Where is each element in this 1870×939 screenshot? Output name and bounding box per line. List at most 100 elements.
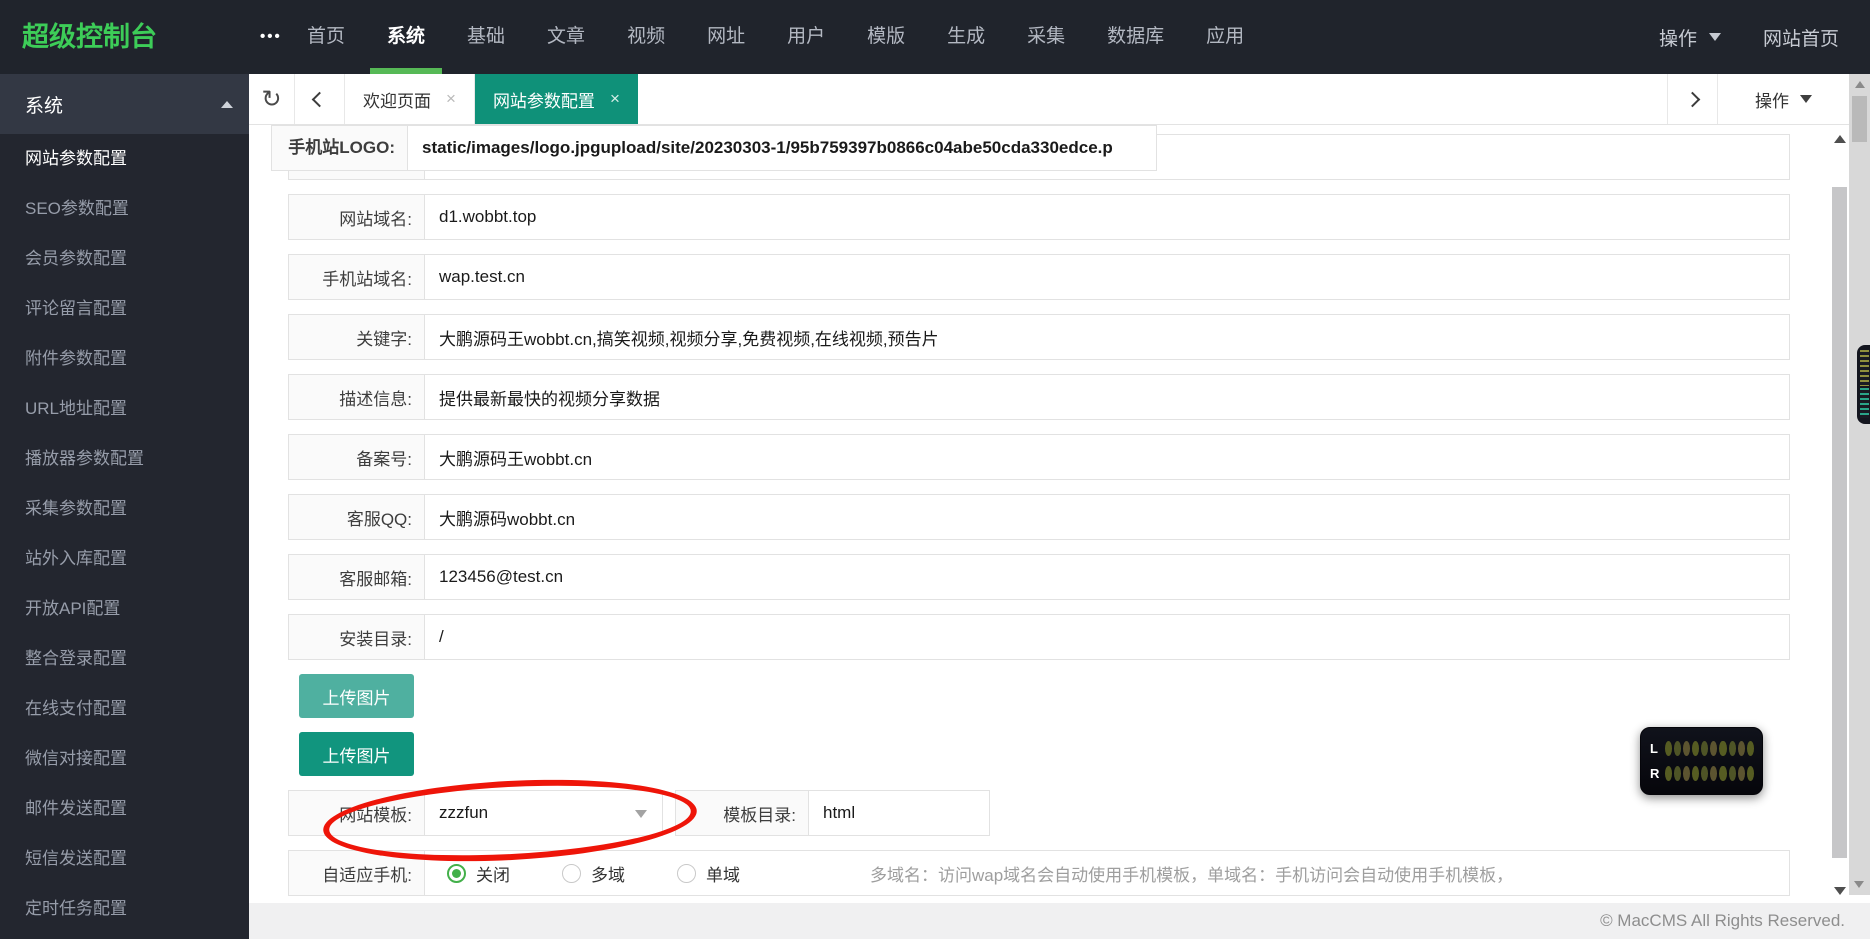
- scrollbar-thumb[interactable]: [1832, 187, 1847, 858]
- tab-label: 欢迎页面: [363, 87, 431, 112]
- form-row-service-email: 客服邮箱: 123456@test.cn: [288, 554, 1790, 600]
- form-row-install-dir: 安装目录: /: [288, 614, 1790, 660]
- radio-icon: [562, 864, 581, 883]
- description-input[interactable]: 提供最新最快的视频分享数据: [425, 375, 1789, 419]
- topbar-actions-dropdown[interactable]: 操作: [1659, 24, 1721, 51]
- meter-left-label: L: [1650, 741, 1663, 756]
- nav-item-app[interactable]: 应用: [1189, 0, 1261, 74]
- field-label: 关键字:: [289, 315, 425, 359]
- close-icon[interactable]: ×: [610, 89, 620, 109]
- chevron-left-icon: [312, 91, 328, 107]
- sidebar-item-player-params[interactable]: 播放器参数配置: [0, 434, 249, 484]
- nav-item-video[interactable]: 视频: [610, 0, 682, 74]
- sidebar-item-online-payment[interactable]: 在线支付配置: [0, 684, 249, 734]
- top-nav: 首页 系统 基础 文章 视频 网址 用户 模版 生成 采集 数据库 应用: [290, 0, 1261, 74]
- site-home-link[interactable]: 网站首页: [1763, 24, 1839, 51]
- content-scrollbar[interactable]: [1831, 125, 1848, 903]
- field-label: 安装目录:: [289, 615, 425, 659]
- nav-item-user[interactable]: 用户: [770, 0, 842, 74]
- scroll-down-icon[interactable]: [1834, 887, 1846, 895]
- sidebar: 系统 网站参数配置 SEO参数配置 会员参数配置 评论留言配置 附件参数配置 U…: [0, 74, 249, 939]
- sidebar-item-comment-config[interactable]: 评论留言配置: [0, 284, 249, 334]
- tab-actions-dropdown[interactable]: 操作: [1718, 74, 1849, 124]
- copyright-text: © MacCMS All Rights Reserved.: [1600, 911, 1845, 931]
- nav-item-database[interactable]: 数据库: [1090, 0, 1181, 74]
- scroll-down-icon[interactable]: [1854, 881, 1864, 888]
- field-label: 自适应手机:: [289, 851, 425, 895]
- app-logo: 超级控制台: [22, 0, 157, 74]
- form-row-template: 网站模板: zzzfun 模板目录: html: [288, 790, 1830, 836]
- sidebar-item-seo-params[interactable]: SEO参数配置: [0, 184, 249, 234]
- scroll-up-icon[interactable]: [1855, 81, 1865, 88]
- service-email-input[interactable]: 123456@test.cn: [425, 555, 1789, 599]
- install-dir-input[interactable]: /: [425, 615, 1789, 659]
- upload-image-button[interactable]: 上传图片: [299, 674, 414, 718]
- tab-scroll-right-button[interactable]: [1668, 74, 1718, 124]
- refresh-button[interactable]: ↻: [249, 74, 295, 124]
- form-row-service-qq: 客服QQ: 大鹏源码wobbt.cn: [288, 494, 1790, 540]
- sidebar-item-scheduled-tasks[interactable]: 定时任务配置: [0, 884, 249, 934]
- mobile-logo-input[interactable]: static/images/logo.jpgupload/site/202303…: [408, 126, 1156, 170]
- nav-item-collect[interactable]: 采集: [1010, 0, 1082, 74]
- footer: © MacCMS All Rights Reserved.: [249, 903, 1870, 939]
- form-row-adaptive-mobile: 自适应手机: 关闭 多域 单域 多域名：访问wap域名会自动使用手机模板，单域名…: [288, 850, 1790, 896]
- sidebar-item-site-params[interactable]: 网站参数配置: [0, 134, 249, 184]
- sidebar-item-email-config[interactable]: 邮件发送配置: [0, 784, 249, 834]
- nav-item-home[interactable]: 首页: [290, 0, 362, 74]
- field-label: 手机站LOGO:: [272, 126, 408, 170]
- audio-level-meter-image: L R: [1640, 727, 1763, 795]
- nav-item-url[interactable]: 网址: [690, 0, 762, 74]
- keywords-input[interactable]: 大鹏源码王wobbt.cn,搞笑视频,视频分享,免费视频,在线视频,预告片: [425, 315, 1789, 359]
- service-qq-input[interactable]: 大鹏源码wobbt.cn: [425, 495, 1789, 539]
- site-template-select[interactable]: zzzfun: [425, 791, 662, 835]
- page-scrollbar[interactable]: [1849, 74, 1870, 895]
- topbar-actions-label: 操作: [1659, 24, 1697, 51]
- nav-item-template[interactable]: 模版: [850, 0, 922, 74]
- form-row-site-domain: 网站域名: d1.wobbt.top: [288, 194, 1790, 240]
- more-menu-icon[interactable]: •••: [260, 0, 282, 74]
- sidebar-item-wechat-config[interactable]: 微信对接配置: [0, 734, 249, 784]
- main-content: 网站名称: 大鹏源码网 网站域名: d1.wobbt.top 手机站域名: wa…: [249, 125, 1830, 903]
- radio-option-close[interactable]: 关闭: [447, 861, 510, 886]
- sidebar-section-system[interactable]: 系统: [0, 74, 249, 134]
- form-row-description: 描述信息: 提供最新最快的视频分享数据: [288, 374, 1790, 420]
- radio-option-single-domain[interactable]: 单域: [677, 861, 740, 886]
- field-label: 手机站域名:: [289, 255, 425, 299]
- select-caret-icon: [635, 810, 647, 818]
- icp-number-input[interactable]: 大鹏源码王wobbt.cn: [425, 435, 1789, 479]
- radio-option-multi-domain[interactable]: 多域: [562, 861, 625, 886]
- sidebar-item-attachment-params[interactable]: 附件参数配置: [0, 334, 249, 384]
- form-row-mobile-domain: 手机站域名: wap.test.cn: [288, 254, 1790, 300]
- nav-item-article[interactable]: 文章: [530, 0, 602, 74]
- field-label: 客服邮箱:: [289, 555, 425, 599]
- radio-icon: [677, 864, 696, 883]
- chevron-right-icon: [1685, 91, 1701, 107]
- close-icon[interactable]: ×: [446, 89, 456, 109]
- field-label: 备案号:: [289, 435, 425, 479]
- mobile-domain-input[interactable]: wap.test.cn: [425, 255, 1789, 299]
- scrollbar-thumb[interactable]: [1852, 96, 1867, 142]
- sidebar-item-integrated-login[interactable]: 整合登录配置: [0, 634, 249, 684]
- radio-icon: [447, 864, 466, 883]
- site-domain-input[interactable]: d1.wobbt.top: [425, 195, 1789, 239]
- form-row-default-logo: 默认LOGO: upload/site/20230303-1/95b759397…: [288, 674, 1830, 718]
- sidebar-item-external-storage[interactable]: 站外入库配置: [0, 534, 249, 584]
- clipped-meter-image: [1857, 345, 1870, 424]
- refresh-icon: ↻: [261, 85, 281, 114]
- sidebar-item-open-api[interactable]: 开放API配置: [0, 584, 249, 634]
- sidebar-item-sms-config[interactable]: 短信发送配置: [0, 834, 249, 884]
- form-row-icp: 备案号: 大鹏源码王wobbt.cn: [288, 434, 1790, 480]
- sidebar-section-title: 系统: [25, 91, 221, 118]
- nav-item-generate[interactable]: 生成: [930, 0, 1002, 74]
- nav-item-basic[interactable]: 基础: [450, 0, 522, 74]
- tab-scroll-left-button[interactable]: [295, 74, 345, 124]
- sidebar-item-member-params[interactable]: 会员参数配置: [0, 234, 249, 284]
- sidebar-item-collect-params[interactable]: 采集参数配置: [0, 484, 249, 534]
- template-dir-input[interactable]: html: [809, 791, 989, 835]
- upload-image-button[interactable]: 上传图片: [299, 732, 414, 776]
- tab-site-params[interactable]: 网站参数配置 ×: [475, 74, 638, 124]
- sidebar-item-url-config[interactable]: URL地址配置: [0, 384, 249, 434]
- scroll-up-icon[interactable]: [1834, 135, 1846, 143]
- nav-item-system[interactable]: 系统: [370, 0, 442, 74]
- tab-welcome[interactable]: 欢迎页面 ×: [345, 74, 475, 124]
